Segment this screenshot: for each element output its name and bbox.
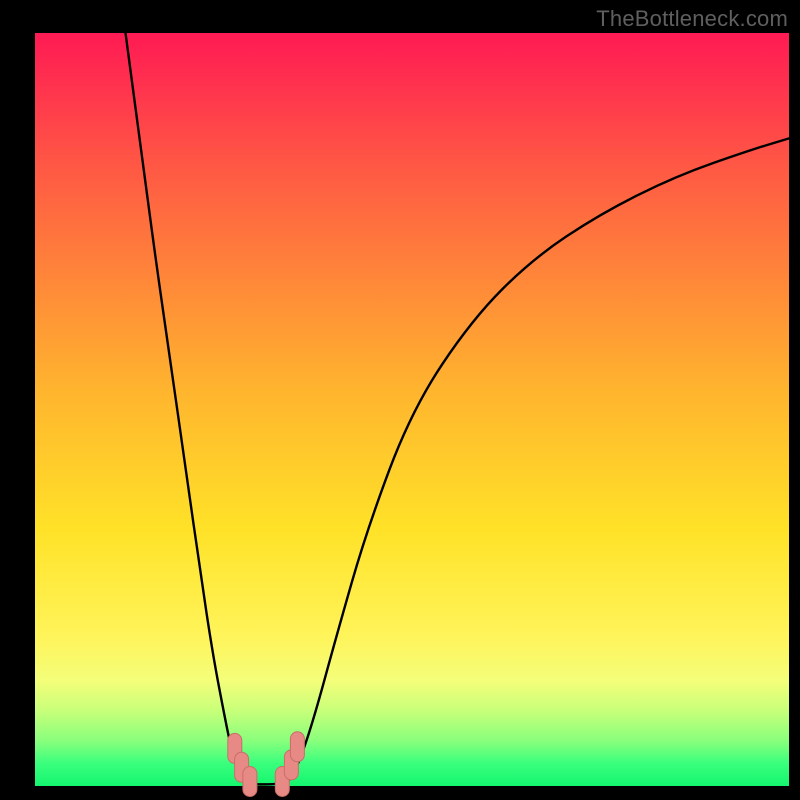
bottleneck-curve — [126, 33, 790, 784]
curve-markers — [228, 732, 305, 797]
curve-marker-2 — [243, 767, 257, 797]
watermark-text: TheBottleneck.com — [596, 6, 788, 32]
plot-area — [35, 33, 789, 786]
curve-marker-5 — [290, 732, 304, 762]
chart-frame: TheBottleneck.com — [0, 0, 800, 800]
curve-svg — [35, 33, 789, 786]
